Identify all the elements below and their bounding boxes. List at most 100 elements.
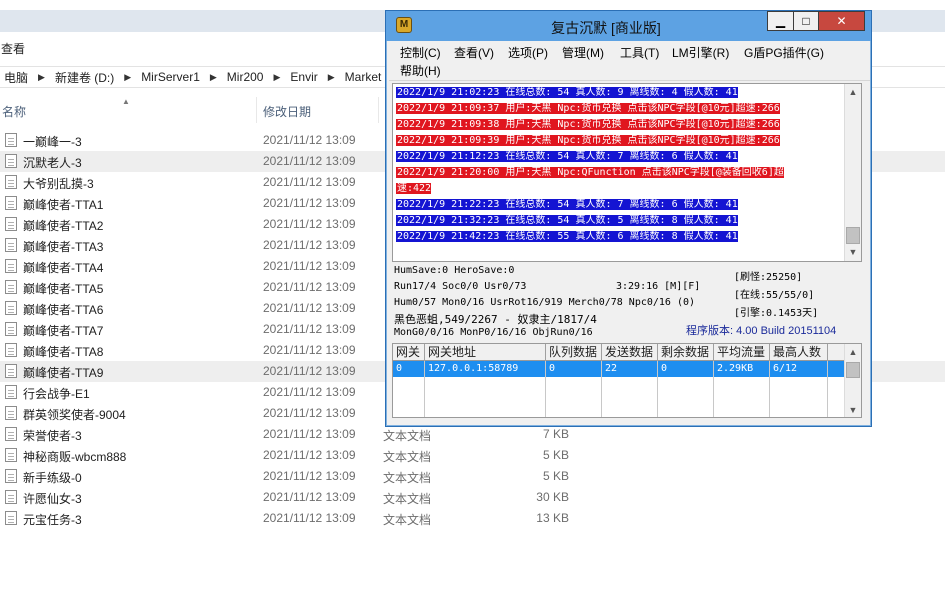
file-date: 2021/11/12 13:09 [263,343,356,357]
gateway-column-header[interactable]: 队列数据 [546,344,602,361]
scroll-up-icon[interactable]: ▲ [845,84,861,101]
gateway-row[interactable]: 0 127.0.0.1:58789 0 22 0 2.29KB 6/12 [393,361,844,377]
file-size: 5 KB [542,469,569,483]
text-file-icon [5,238,17,252]
ribbon-tab-view[interactable]: 查看 [0,40,25,57]
grid-line [424,377,425,417]
scroll-thumb[interactable] [846,362,860,378]
minimize-button[interactable]: ▁ [767,11,794,31]
column-divider[interactable] [256,97,257,123]
grid-line [713,377,714,417]
log-line: 2022/1/9 21:12:23 在线总数: 54 真人数: 7 离线数: 6… [396,149,844,165]
menu-manage[interactable]: 管理(M) [559,44,607,61]
file-row[interactable]: 荣誉使者-3 2021/11/12 13:09 文本文档 7 KB [0,424,945,445]
gateway-column-header[interactable]: 网关 [393,344,425,361]
gateway-table[interactable]: 网关 网关地址 队列数据 发送数据 剩余数据 平均流量 最高人数 ▲ ▼ 0 127.0.0.… [392,343,862,418]
gateway-scrollbar[interactable]: ▲ ▼ [844,344,861,417]
log-text: 2022/1/9 21:20:00 用户:天黑 Npc:QFunction 点击… [396,167,784,178]
file-name: 群英领奖使者-9004 [23,408,126,422]
sort-ascending-icon: ▲ [122,97,130,106]
file-date: 2021/11/12 13:09 [263,154,356,168]
log-text: 2022/1/9 21:09:39 用户:天黑 Npc:货币兑换 点击该NPC字… [396,135,780,146]
gateway-column-header[interactable]: 平均流量 [714,344,770,361]
file-date: 2021/11/12 13:09 [263,259,356,273]
scroll-down-icon[interactable]: ▼ [845,244,861,261]
log-line: 2022/1/9 21:09:37 用户:天黑 Npc:货币兑换 点击该NPC字… [396,101,844,117]
file-row[interactable]: 元宝任务-3 2021/11/12 13:09 文本文档 13 KB [0,508,945,529]
breadcrumb-item[interactable]: 电脑 [0,69,32,86]
file-date: 2021/11/12 13:09 [263,133,356,147]
title-bar[interactable]: M 复古沉默 [商业版] ▁ □ ✕ [386,11,871,41]
server-log[interactable]: 2022/1/9 21:02:23 在线总数: 54 真人数: 9 离线数: 4… [392,83,862,262]
file-row[interactable]: 许愿仙女-3 2021/11/12 13:09 文本文档 30 KB [0,487,945,508]
gateway-cell: 0 [658,361,714,377]
column-divider[interactable] [378,97,379,123]
menu-options[interactable]: 选项(P) [505,44,551,61]
file-date: 2021/11/12 13:09 [263,175,356,189]
text-file-icon [5,175,17,189]
gateway-column-header[interactable]: 最高人数 [770,344,828,361]
file-name: 巅峰使者-TTA9 [23,366,104,380]
file-name: 神秘商贩-wbcm888 [23,450,127,464]
breadcrumb-item[interactable]: MirServer1 [137,70,204,84]
breadcrumb-separator-icon[interactable]: ▶ [267,72,286,83]
file-date: 2021/11/12 13:09 [263,427,356,441]
close-button[interactable]: ✕ [818,11,865,31]
gateway-cell: 0 [546,361,602,377]
grid-line [601,377,602,417]
file-date: 2021/11/12 13:09 [263,301,356,315]
file-row[interactable]: 新手练级-0 2021/11/12 13:09 文本文档 5 KB [0,466,945,487]
column-header-name[interactable]: 名称 [2,103,26,120]
file-date: 2021/11/12 13:09 [263,280,356,294]
scroll-up-icon[interactable]: ▲ [845,344,861,361]
gateway-cell: 6/12 [770,361,828,377]
status-mongen: MonG0/0/16 MonP0/16/16 ObjRun0/16 [394,327,593,338]
menu-control[interactable]: 控制(C) [397,44,444,61]
file-name: 巅峰使者-TTA6 [23,303,104,317]
breadcrumb-separator-icon[interactable]: ▶ [32,72,51,83]
menu-tools[interactable]: 工具(T) [617,44,662,61]
app-icon[interactable]: M [396,17,412,33]
text-file-icon [5,280,17,294]
breadcrumb-item[interactable]: 新建卷 (D:) [51,69,118,86]
breadcrumb-separator-icon[interactable]: ▶ [322,72,341,83]
breadcrumb-separator-icon[interactable]: ▶ [118,72,137,83]
log-text: 2022/1/9 21:42:23 在线总数: 55 真人数: 6 离线数: 8… [396,231,738,242]
maximize-button[interactable]: □ [793,11,819,31]
text-file-icon [5,133,17,147]
scroll-down-icon[interactable]: ▼ [845,402,861,417]
gateway-column-header[interactable]: 网关地址 [425,344,546,361]
gateway-column-header[interactable]: 剩余数据 [658,344,714,361]
status-refresh: [刷怪:25250] [734,272,803,283]
text-file-icon [5,322,17,336]
file-name: 大爷别乱摸-3 [23,177,94,191]
menu-help[interactable]: 帮助(H) [397,62,444,79]
breadcrumb-item[interactable]: Mir200 [223,70,268,84]
breadcrumb-item[interactable]: Market [341,70,386,84]
log-scrollbar[interactable]: ▲ ▼ [844,84,861,261]
column-header-date[interactable]: 修改日期 [263,103,311,120]
text-file-icon [5,217,17,231]
gateway-column-header[interactable]: 发送数据 [602,344,658,361]
file-type: 文本文档 [383,492,432,506]
menu-view[interactable]: 查看(V) [451,44,497,61]
file-name: 新手练级-0 [23,471,82,485]
window-title: 复古沉默 [商业版] [551,20,661,36]
text-file-icon [5,469,17,483]
breadcrumb-item[interactable]: Envir [286,70,321,84]
file-date: 2021/11/12 13:09 [263,406,356,420]
grid-line [545,377,546,417]
status-objects: Hum0/57 Mon0/16 UsrRot16/919 Merch0/78 N… [394,297,696,308]
program-version: 程序版本: 4.00 Build 20151104 [686,325,837,337]
text-file-icon [5,259,17,273]
file-name: 巅峰使者-TTA3 [23,240,104,254]
file-row[interactable]: 神秘商贩-wbcm888 2021/11/12 13:09 文本文档 5 KB [0,445,945,466]
file-date: 2021/11/12 13:09 [263,196,356,210]
log-text: 2022/1/9 21:32:23 在线总数: 54 真人数: 5 离线数: 8… [396,215,738,226]
menu-lm-engine[interactable]: LM引擎(R) [669,44,732,61]
file-size: 13 KB [536,511,569,525]
file-type: 文本文档 [383,450,432,464]
scroll-thumb[interactable] [846,227,860,244]
menu-gshield-plugin[interactable]: G盾PG插件(G) [741,44,827,61]
breadcrumb-separator-icon[interactable]: ▶ [204,72,223,83]
